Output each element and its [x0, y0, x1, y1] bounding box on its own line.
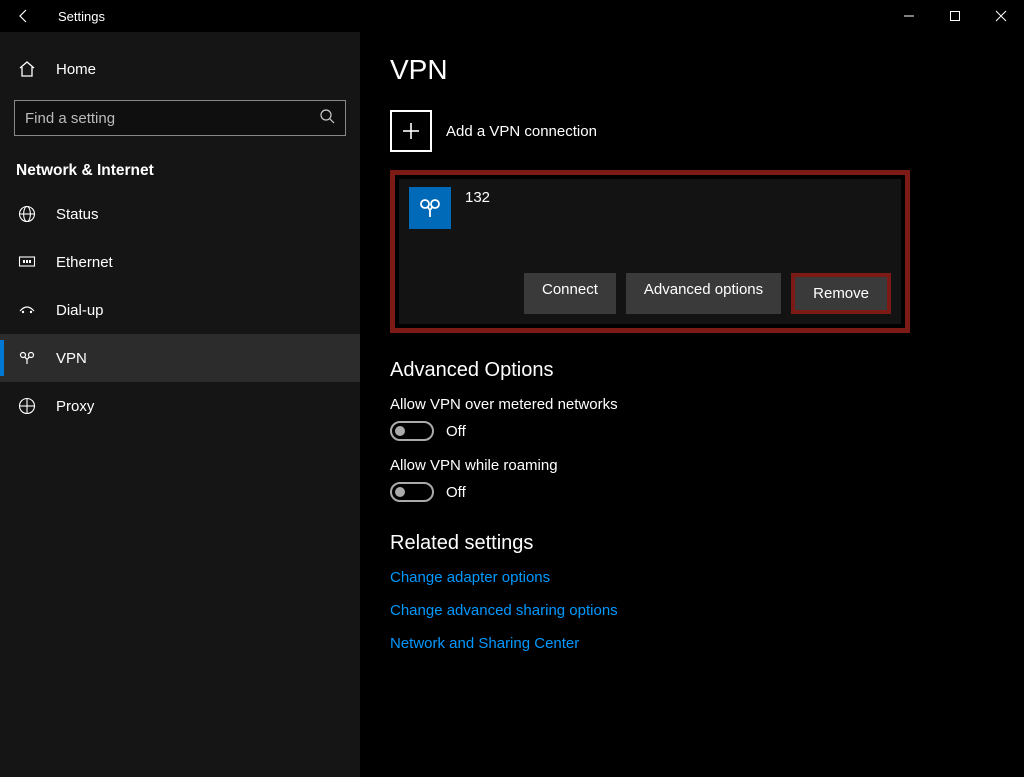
toggle-metered[interactable]	[390, 421, 434, 441]
link-adapter-options[interactable]: Change adapter options	[390, 569, 994, 586]
search-box[interactable]	[14, 100, 346, 136]
page-title: VPN	[390, 54, 994, 86]
sidebar-item-label: Proxy	[56, 398, 94, 415]
toggle-roaming[interactable]	[390, 482, 434, 502]
sidebar-item-label: VPN	[56, 350, 87, 367]
close-button[interactable]	[978, 0, 1024, 32]
option-roaming: Allow VPN while roaming Off	[390, 457, 994, 502]
remove-button-highlight: Remove	[791, 273, 891, 314]
home-nav[interactable]: Home	[0, 52, 360, 86]
toggle-state-label: Off	[446, 484, 466, 501]
sidebar-item-label: Ethernet	[56, 254, 113, 271]
vpn-connection-card[interactable]: 132 Connect Advanced options Remove	[399, 179, 901, 324]
section-header: Network & Internet	[0, 136, 360, 190]
window-title: Settings	[58, 9, 105, 24]
vpn-connection-name: 132	[465, 187, 490, 206]
sidebar-item-dialup[interactable]: Dial-up	[0, 286, 360, 334]
related-settings-header: Related settings	[390, 532, 994, 555]
sidebar-item-label: Dial-up	[56, 302, 104, 319]
link-advanced-sharing[interactable]: Change advanced sharing options	[390, 602, 994, 619]
sidebar: Home Network & Internet Status Ethernet	[0, 32, 360, 777]
add-vpn-label: Add a VPN connection	[446, 123, 597, 140]
home-icon	[16, 60, 38, 78]
home-label: Home	[56, 61, 96, 78]
remove-button[interactable]: Remove	[795, 277, 887, 310]
plus-icon	[390, 110, 432, 152]
ethernet-icon	[16, 253, 38, 271]
titlebar: Settings	[0, 0, 1024, 32]
sidebar-item-status[interactable]: Status	[0, 190, 360, 238]
minimize-button[interactable]	[886, 0, 932, 32]
option-label: Allow VPN over metered networks	[390, 396, 994, 413]
sidebar-item-proxy[interactable]: Proxy	[0, 382, 360, 430]
main-panel: VPN Add a VPN connection 132 Connect Adv…	[360, 32, 1024, 777]
proxy-icon	[16, 397, 38, 415]
add-vpn-row[interactable]: Add a VPN connection	[390, 110, 994, 152]
maximize-button[interactable]	[932, 0, 978, 32]
search-input[interactable]	[25, 110, 319, 127]
vpn-connection-icon	[409, 187, 451, 229]
connect-button[interactable]: Connect	[524, 273, 616, 314]
link-network-sharing-center[interactable]: Network and Sharing Center	[390, 635, 994, 652]
advanced-options-button[interactable]: Advanced options	[626, 273, 781, 314]
vpn-connection-highlight: 132 Connect Advanced options Remove	[390, 170, 910, 333]
toggle-state-label: Off	[446, 423, 466, 440]
search-icon	[319, 108, 335, 129]
option-label: Allow VPN while roaming	[390, 457, 994, 474]
globe-icon	[16, 205, 38, 223]
advanced-options-header: Advanced Options	[390, 359, 994, 382]
sidebar-item-vpn[interactable]: VPN	[0, 334, 360, 382]
option-metered: Allow VPN over metered networks Off	[390, 396, 994, 441]
window-controls	[886, 0, 1024, 32]
dialup-icon	[16, 301, 38, 319]
sidebar-item-ethernet[interactable]: Ethernet	[0, 238, 360, 286]
vpn-icon	[16, 349, 38, 367]
sidebar-item-label: Status	[56, 206, 99, 223]
back-button[interactable]	[0, 0, 48, 32]
